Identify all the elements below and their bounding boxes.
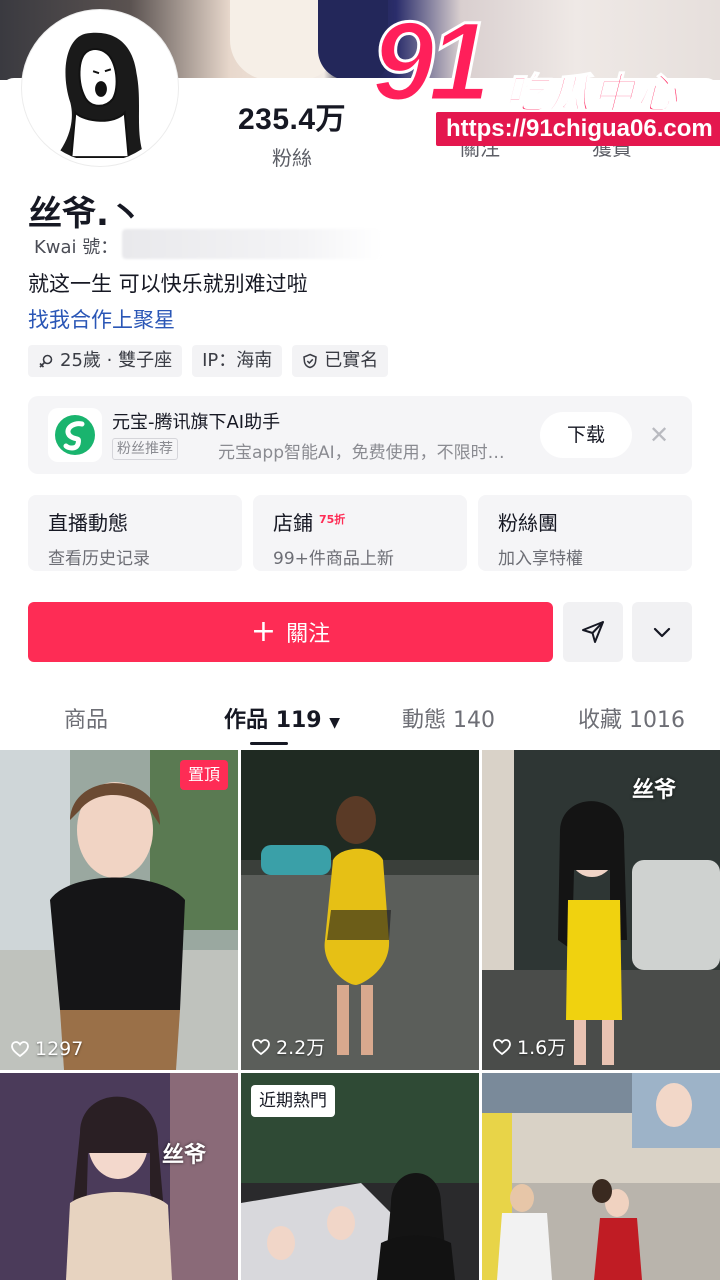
promo-card[interactable]: 元宝-腾讯旗下AI助手 粉丝推荐 元宝app智能AI，免费使用，不限时… 下载 …: [28, 396, 692, 474]
sale-badge: 75折: [319, 512, 346, 526]
avatar-illustration: [26, 14, 174, 162]
video-tile[interactable]: 置頂 1297: [0, 750, 238, 1070]
video-watermark: 丝爷: [632, 778, 677, 803]
plus-icon: +: [250, 614, 277, 649]
feature-shop[interactable]: 店鋪 75折 99+件商品上新: [253, 495, 467, 571]
tag-age-text: 25歲 · 雙子座: [60, 350, 173, 371]
video-thumbnail: [0, 1073, 238, 1280]
tab-label: 收藏: [578, 708, 623, 733]
kwai-id-redacted: [122, 229, 382, 259]
video-thumbnail: [482, 750, 720, 1070]
active-tab-indicator: [250, 742, 288, 745]
gender-icon: [39, 354, 53, 368]
followers-count: 235.4万: [237, 103, 347, 136]
video-likes: 1297: [10, 1038, 83, 1060]
caret-down-icon: ▼: [329, 715, 341, 731]
tab-label: 作品: [224, 708, 269, 733]
tab-products[interactable]: 商品: [64, 702, 108, 734]
tab-label: 商品: [64, 708, 109, 733]
feature-subtitle: 查看历史记录: [48, 549, 150, 569]
promo-description: 元宝app智能AI，免费使用，不限时…: [218, 443, 505, 463]
bio-link[interactable]: 找我合作上聚星: [28, 304, 175, 334]
video-thumbnail: [482, 1073, 720, 1280]
tab-count: 119: [275, 708, 322, 733]
tab-moments[interactable]: 動態 140: [402, 702, 495, 734]
message-button[interactable]: [563, 602, 623, 662]
feature-fan-club[interactable]: 粉絲團 加入享特權: [478, 495, 692, 571]
feature-title: 直播動態: [48, 511, 128, 535]
video-likes-count: 1297: [35, 1038, 84, 1060]
tab-favorites[interactable]: 收藏 1016: [578, 702, 685, 734]
pinned-badge: 置頂: [179, 760, 228, 790]
site-watermark: 91 吃瓜中心 https://91chigua06.com: [371, 4, 720, 154]
video-likes: 1.6万: [492, 1033, 566, 1060]
avatar[interactable]: [22, 10, 178, 166]
heart-icon: [493, 1038, 511, 1055]
tag-ip: IP：海南: [192, 345, 283, 377]
yuanbao-app-icon: [48, 408, 102, 462]
promo-title: 元宝-腾讯旗下AI助手: [112, 412, 281, 433]
profile-tags: 25歲 · 雙子座 IP：海南 已實名: [28, 345, 389, 377]
video-tile[interactable]: 丝爷 1.6万: [482, 750, 720, 1070]
watermark-url: https://91chigua06.com: [436, 112, 720, 146]
tab-works[interactable]: 作品 119 ▼: [224, 702, 340, 734]
feature-title: 店鋪: [273, 511, 313, 535]
feature-subtitle: 加入享特權: [498, 549, 583, 569]
watermark-number: 91: [371, 0, 493, 124]
profile-name: 丝爷.丶: [28, 194, 143, 234]
feature-title: 粉絲團: [498, 511, 558, 535]
follow-button[interactable]: + 關注: [28, 602, 553, 662]
video-likes-count: 2.2万: [276, 1037, 326, 1059]
chevron-down-icon: [653, 627, 671, 638]
video-likes-count: 1.6万: [517, 1037, 567, 1059]
heart-icon: [252, 1038, 270, 1055]
tag-verified-text: 已實名: [324, 350, 379, 371]
close-icon[interactable]: ✕: [646, 422, 672, 448]
send-icon: [582, 621, 604, 643]
video-thumbnail: [0, 750, 238, 1070]
tag-ip-text: IP：海南: [202, 350, 273, 371]
video-watermark: 丝爷: [162, 1143, 207, 1168]
video-tile[interactable]: 丝爷: [0, 1073, 238, 1280]
tab-label: 動態: [402, 708, 447, 733]
feature-live-history[interactable]: 直播動態 查看历史记录: [28, 495, 242, 571]
video-tile[interactable]: [482, 1073, 720, 1280]
video-tile[interactable]: 近期熱門: [241, 1073, 479, 1280]
tab-count: 1016: [629, 708, 686, 733]
video-likes: 2.2万: [251, 1033, 325, 1060]
kwai-id-label: Kwai 號：: [34, 237, 119, 258]
promo-badge: 粉丝推荐: [112, 438, 178, 460]
more-button[interactable]: [632, 602, 692, 662]
hot-badge: 近期熱門: [251, 1085, 335, 1117]
follow-label: 關注: [286, 622, 331, 647]
download-button[interactable]: 下载: [540, 412, 632, 458]
video-tile[interactable]: 2.2万: [241, 750, 479, 1070]
tab-count: 140: [453, 708, 496, 733]
followers-stat[interactable]: 235.4万 粉絲: [222, 94, 362, 171]
followers-label: 粉絲: [272, 146, 312, 170]
shield-check-icon: [303, 353, 318, 369]
profile-bio: 就这一生 可以快乐就别难过啦: [28, 272, 308, 296]
video-grid: 置頂 1297 2.2万 丝爷 1.6万 丝爷 近期熱門: [0, 750, 720, 1280]
tag-verified: 已實名: [292, 345, 389, 377]
feature-subtitle: 99+件商品上新: [273, 549, 394, 569]
video-thumbnail: [241, 750, 479, 1070]
heart-icon: [11, 1041, 29, 1058]
tag-age-zodiac: 25歲 · 雙子座: [28, 345, 183, 377]
